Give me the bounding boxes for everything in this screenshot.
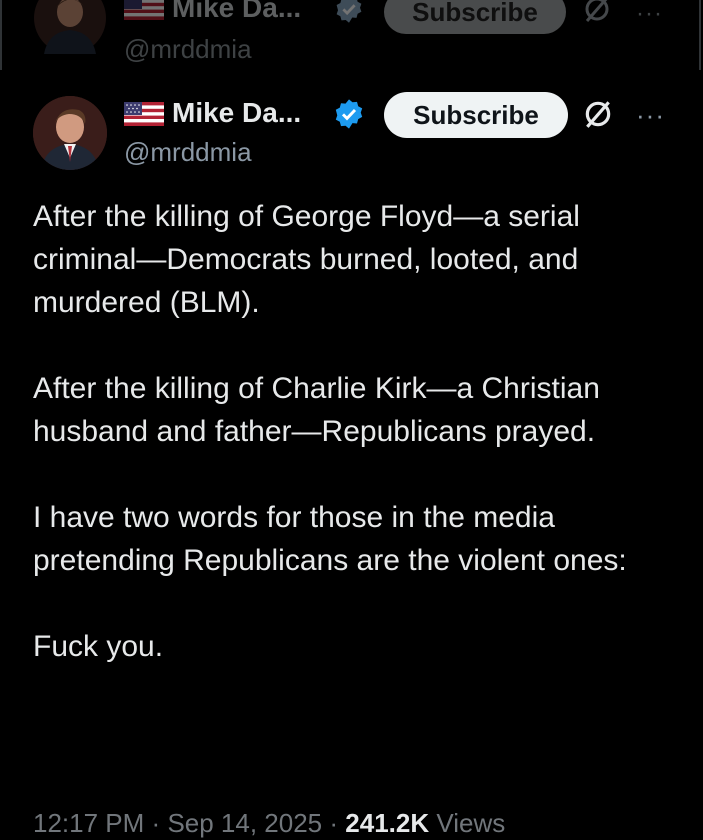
previous-avatar[interactable] [34, 0, 106, 54]
views-count: 241.2K [345, 808, 430, 838]
previous-post-header: Mike Da... @mrddmia Subscribe ··· [0, 0, 703, 78]
author-display-name[interactable]: Mike Da... [172, 97, 301, 129]
post-detail-view: Mike Da... @mrddmia Subscribe ··· Mike D… [0, 0, 703, 840]
verified-badge-icon[interactable] [333, 98, 365, 135]
us-flag-icon [124, 102, 164, 131]
more-options-icon[interactable]: ··· [636, 100, 665, 131]
subscribe-button[interactable]: Subscribe [384, 92, 568, 138]
previous-more-icon[interactable]: ··· [636, 0, 663, 28]
post-paragraph: Fuck you. [33, 630, 164, 663]
post-paragraph: After the killing of George Floyd—a seri… [33, 200, 580, 319]
author-avatar[interactable] [33, 96, 107, 170]
author-handle[interactable]: @mrddmia [124, 137, 252, 168]
views-label: Views [436, 808, 506, 838]
previous-handle[interactable]: @mrddmia [124, 34, 252, 65]
meta-separator: · [329, 808, 339, 838]
previous-display-name[interactable]: Mike Da... [172, 0, 301, 24]
us-flag-icon [124, 0, 164, 25]
post-date[interactable]: Sep 14, 2025 [167, 808, 322, 838]
verified-badge-icon [334, 0, 364, 29]
post-text: After the killing of George Floyd—a seri… [33, 195, 683, 668]
grok-icon[interactable] [582, 0, 612, 29]
meta-separator: · [151, 808, 161, 838]
post-metadata: 12:17 PM · Sep 14, 2025 · 241.2K Views [33, 808, 505, 839]
post-paragraph: I have two words for those in the media … [33, 501, 627, 577]
grok-icon[interactable] [582, 98, 614, 135]
post-time[interactable]: 12:17 PM [33, 808, 144, 838]
previous-subscribe-button[interactable]: Subscribe [384, 0, 566, 34]
post-paragraph: After the killing of Charlie Kirk—a Chri… [33, 372, 600, 448]
